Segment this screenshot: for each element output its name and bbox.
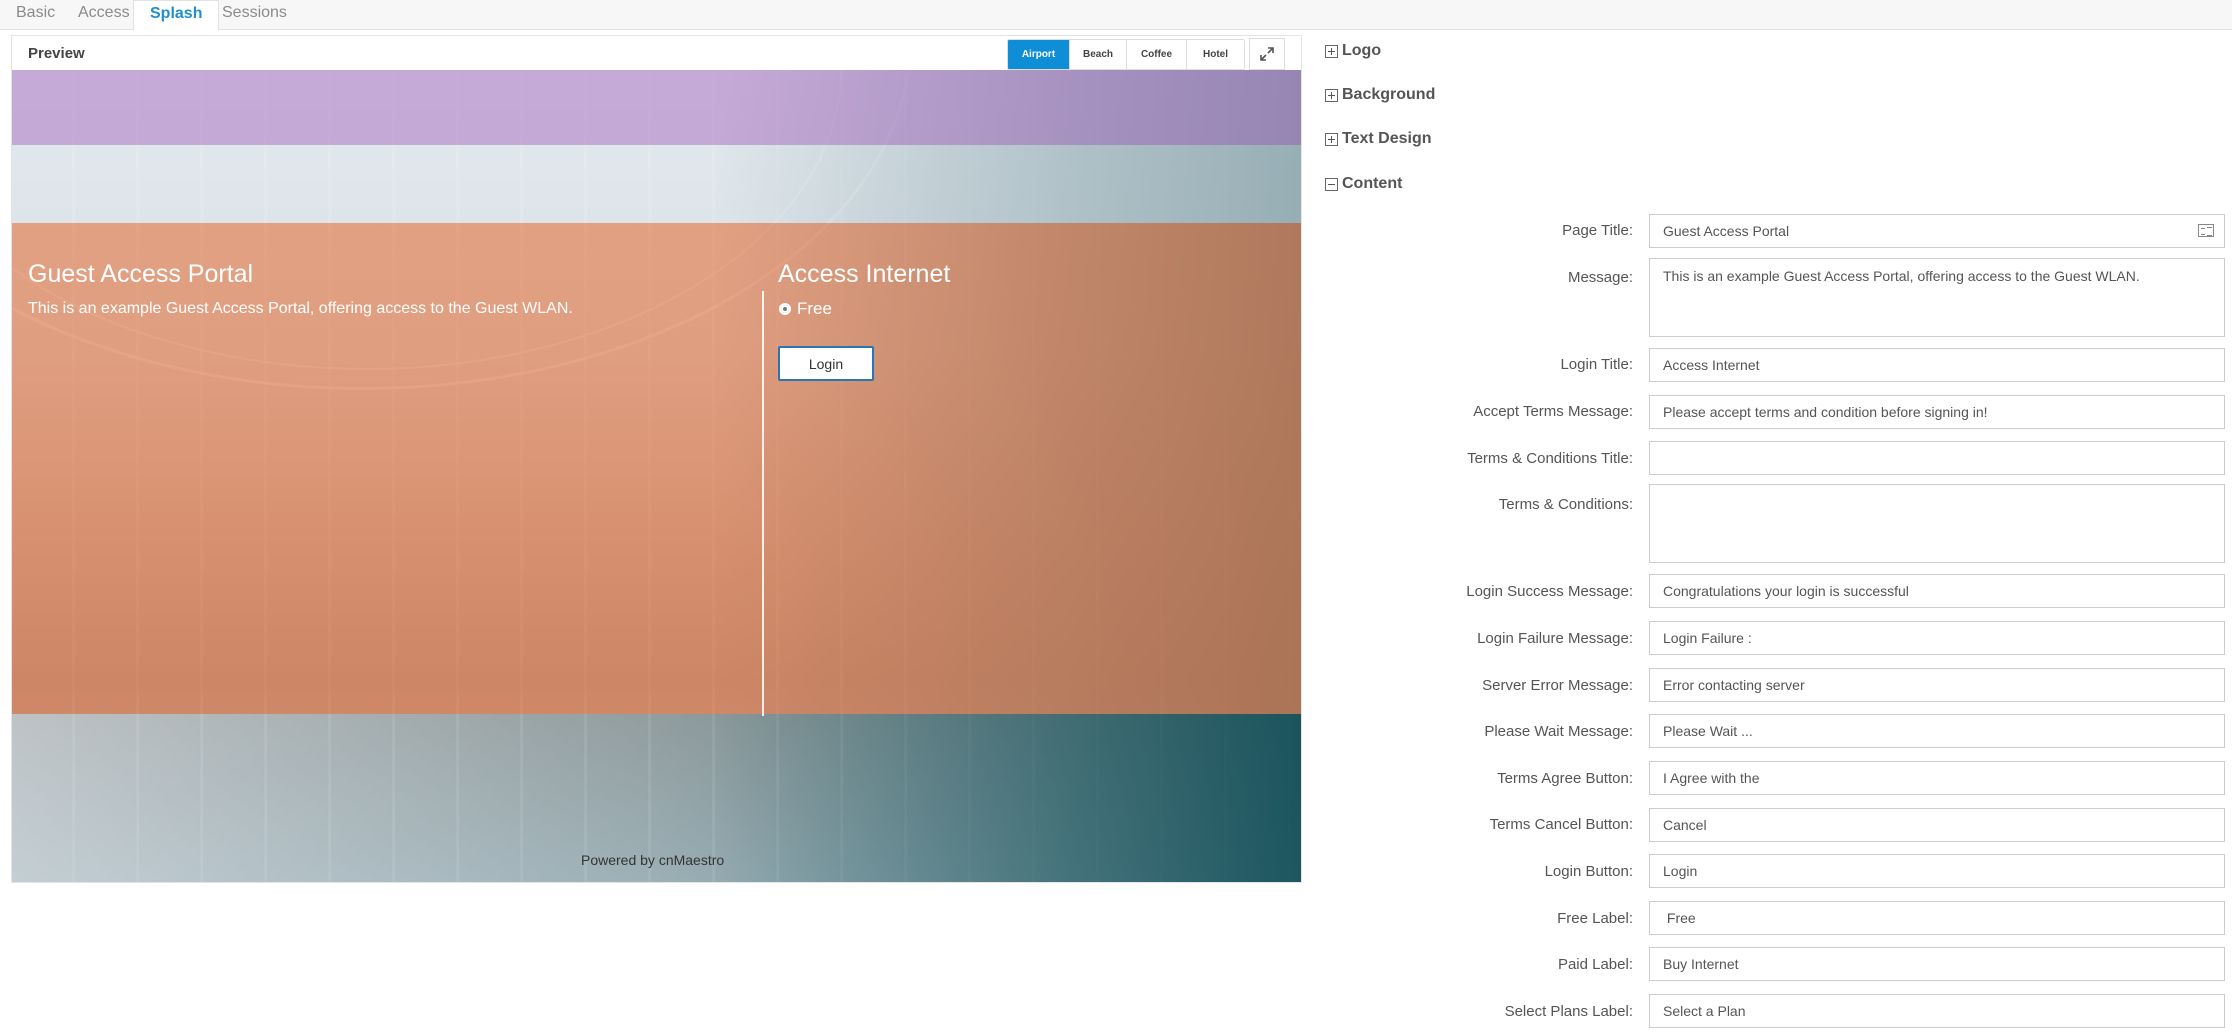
theme-selector: Airport Beach Coffee Hotel <box>1007 39 1245 70</box>
section-background-label: Background <box>1342 86 1436 103</box>
section-logo-label: Logo <box>1342 42 1382 59</box>
terms-agree-label: Terms Agree Button: <box>1497 770 1633 787</box>
splash-message: This is an example Guest Access Portal, … <box>28 300 573 317</box>
accept-terms-input[interactable]: Please accept terms and condition before… <box>1649 395 2225 429</box>
tab-bar: Basic Access Splash Sessions <box>0 0 2232 31</box>
tab-sessions[interactable]: Sessions <box>206 0 303 30</box>
text-format-icon[interactable] <box>2198 224 2214 237</box>
terms-title-label: Terms & Conditions Title: <box>1467 450 1633 467</box>
expand-plus-icon <box>1325 44 1338 58</box>
theme-beach-button[interactable]: Beach <box>1070 40 1127 69</box>
expand-plus-icon <box>1325 132 1338 146</box>
please-wait-label: Please Wait Message: <box>1484 723 1633 740</box>
splash-divider <box>762 291 764 716</box>
section-content-label: Content <box>1342 175 1403 192</box>
login-title-input[interactable]: Access Internet <box>1649 348 2225 382</box>
splash-light-band <box>12 145 1301 223</box>
free-radio[interactable] <box>779 303 791 315</box>
login-failure-label: Login Failure Message: <box>1477 630 1633 647</box>
splash-content-band <box>12 223 1301 714</box>
section-text-design-label: Text Design <box>1342 130 1432 147</box>
collapse-minus-icon <box>1325 177 1338 191</box>
select-plans-input[interactable]: Select a Plan <box>1649 994 2225 1028</box>
theme-coffee-button[interactable]: Coffee <box>1127 40 1187 69</box>
splash-login-button[interactable]: Login <box>778 346 874 381</box>
theme-hotel-button[interactable]: Hotel <box>1187 40 1244 69</box>
message-label: Message: <box>1567 269 1633 286</box>
message-textarea[interactable]: This is an example Guest Access Portal, … <box>1649 258 2225 337</box>
tab-basic[interactable]: Basic <box>0 0 71 30</box>
free-label-input[interactable]: Free <box>1649 901 2225 935</box>
splash-free-option[interactable]: Free <box>779 299 832 319</box>
login-button-label: Login Button: <box>1544 863 1633 880</box>
terms-textarea[interactable] <box>1649 484 2225 563</box>
accept-terms-label: Accept Terms Message: <box>1473 403 1633 420</box>
theme-airport-button[interactable]: Airport <box>1008 40 1070 69</box>
login-success-label: Login Success Message: <box>1466 583 1633 600</box>
login-title-label: Login Title: <box>1560 356 1633 373</box>
section-background[interactable]: Background <box>1325 86 1435 104</box>
expand-plus-icon <box>1325 88 1338 102</box>
terms-label: Terms & Conditions: <box>1498 496 1633 513</box>
page-title-value: Guest Access Portal <box>1663 223 1790 239</box>
terms-agree-input[interactable]: I Agree with the <box>1649 761 2225 795</box>
splash-header-band <box>12 70 1301 145</box>
please-wait-input[interactable]: Please Wait ... <box>1649 714 2225 748</box>
login-button-input[interactable]: Login <box>1649 854 2225 888</box>
select-plans-label: Select Plans Label: <box>1504 1003 1633 1020</box>
terms-cancel-input[interactable]: Cancel <box>1649 808 2225 842</box>
section-content[interactable]: Content <box>1325 175 1402 193</box>
terms-cancel-label: Terms Cancel Button: <box>1489 816 1633 833</box>
preview-panel: Preview Airport Beach Coffee Hotel Guest… <box>11 35 1302 883</box>
paid-label-label: Paid Label: <box>1557 956 1633 973</box>
page-title-input[interactable]: Guest Access Portal <box>1649 214 2225 248</box>
login-success-input[interactable]: Congratulations your login is successful <box>1649 574 2225 608</box>
expand-button[interactable] <box>1249 38 1285 70</box>
server-error-label: Server Error Message: <box>1482 677 1633 694</box>
free-label-label: Free Label: <box>1557 910 1633 927</box>
page-title-label: Page Title: <box>1562 222 1633 239</box>
expand-icon <box>1260 47 1274 61</box>
preview-header: Preview Airport Beach Coffee Hotel <box>12 36 1301 70</box>
splash-preview: Guest Access Portal This is an example G… <box>12 70 1301 882</box>
free-label: Free <box>797 299 832 318</box>
login-failure-input[interactable]: Login Failure : <box>1649 621 2225 655</box>
powered-by: Powered by cnMaestro <box>581 852 725 868</box>
splash-page-title: Guest Access Portal <box>28 260 254 288</box>
preview-title: Preview <box>28 45 85 62</box>
server-error-input[interactable]: Error contacting server <box>1649 668 2225 702</box>
section-text-design[interactable]: Text Design <box>1325 130 1432 148</box>
section-logo[interactable]: Logo <box>1325 42 1381 60</box>
paid-label-input[interactable]: Buy Internet <box>1649 947 2225 981</box>
terms-title-input[interactable] <box>1649 441 2225 475</box>
splash-login-title: Access Internet <box>778 260 951 288</box>
